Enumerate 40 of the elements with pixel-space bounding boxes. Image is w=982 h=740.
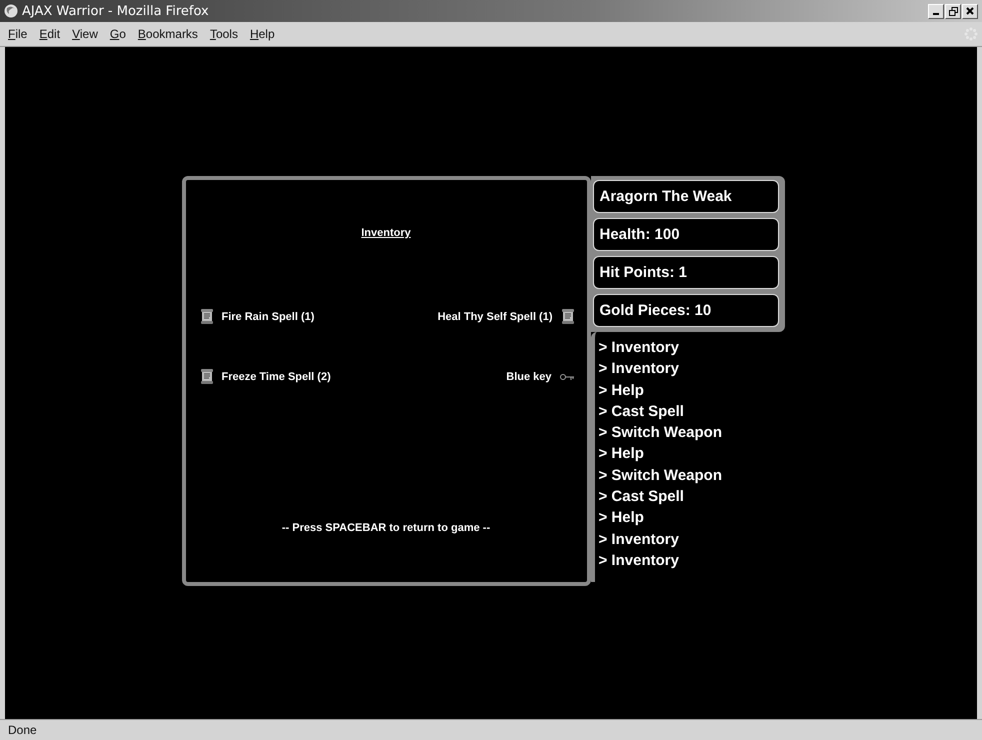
minimize-button[interactable]	[928, 4, 944, 18]
menu-item[interactable]: Tools	[206, 27, 246, 41]
log-entry: > Inventory	[598, 359, 680, 380]
inventory-item[interactable]: Fire Rain Spell (1)	[200, 309, 314, 324]
status-text: Done	[0, 719, 982, 740]
log-entry: > Help	[598, 508, 645, 528]
inventory-item[interactable]: Blue key	[506, 369, 574, 384]
stat-box: Gold Pieces: 10	[592, 294, 778, 327]
log-entry: > Help	[598, 380, 645, 401]
stat-box: Hit Points: 1	[592, 256, 778, 289]
close-button[interactable]	[962, 4, 978, 18]
browser-logo-icon	[4, 4, 18, 18]
stat-box: Aragorn The Weak	[592, 180, 778, 213]
menu-item[interactable]: Help	[246, 27, 283, 41]
inventory-title: Inventory	[361, 227, 411, 239]
log-entry: > Switch Weapon	[598, 423, 723, 444]
scroll-icon	[200, 369, 214, 384]
return-hint: -- Press SPACEBAR to return to game --	[282, 522, 490, 534]
close-icon	[966, 7, 974, 15]
menu-item[interactable]: Bookmarks	[134, 27, 206, 41]
log-entry: > Inventory	[598, 530, 680, 550]
log-entry: > Switch Weapon	[598, 466, 723, 486]
inventory-item[interactable]: Heal Thy Self Spell (1)	[438, 309, 574, 324]
menu-item[interactable]: View	[68, 27, 106, 41]
log-entry: > Help	[598, 444, 645, 464]
scroll-icon	[200, 309, 214, 324]
log-entry: > Cast Spell	[598, 487, 685, 508]
inventory-item[interactable]: Freeze Time Spell (2)	[200, 369, 331, 384]
log-entry: > Cast Spell	[598, 402, 685, 422]
menu-item[interactable]: Go	[106, 27, 134, 41]
menu-item[interactable]: Edit	[35, 27, 68, 41]
scroll-icon	[560, 309, 574, 324]
restore-icon	[948, 6, 958, 16]
window-title: AJAX Warrior - Mozilla Firefox	[22, 4, 210, 18]
menu-item[interactable]: File	[4, 27, 36, 41]
log-entry: > Inventory	[598, 338, 680, 358]
key-icon	[560, 372, 574, 380]
log-entry: > Inventory	[598, 550, 680, 571]
restore-button[interactable]	[945, 4, 961, 18]
stat-box: Health: 100	[592, 218, 778, 251]
